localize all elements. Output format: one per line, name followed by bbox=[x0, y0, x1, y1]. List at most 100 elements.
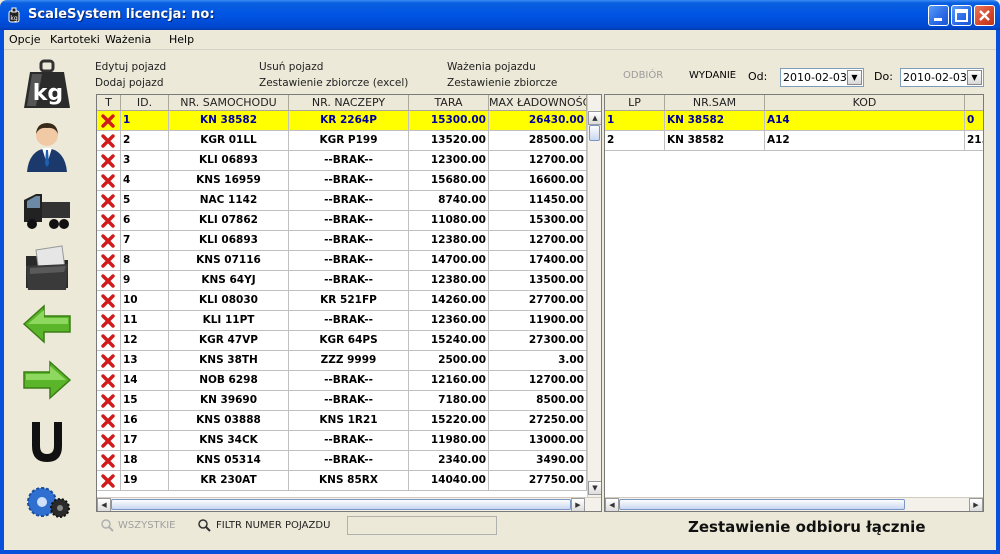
table-row[interactable]: 19 KR 230AT KNS 85RX 14040.00 27750.00 bbox=[97, 471, 587, 491]
vehicles-horizontal-scrollbar[interactable]: ◀ ▶ bbox=[97, 497, 601, 511]
truck-icon[interactable] bbox=[22, 184, 72, 236]
delete-x-icon[interactable] bbox=[101, 154, 115, 168]
delete-x-icon[interactable] bbox=[101, 274, 115, 288]
table-row[interactable]: 6 KLI 07862 --BRAK-- 11080.00 15300.00 bbox=[97, 211, 587, 231]
delete-x-icon[interactable] bbox=[101, 114, 115, 128]
vehicle-number-filter-input[interactable] bbox=[347, 516, 497, 535]
kod-cell: A14 bbox=[765, 111, 965, 131]
trailer-number-cell: --BRAK-- bbox=[289, 211, 409, 231]
col-header-max-load[interactable]: MAX ŁADOWNOŚĆ bbox=[489, 95, 587, 111]
delete-x-icon[interactable] bbox=[101, 414, 115, 428]
maximize-button[interactable] bbox=[951, 5, 972, 26]
delete-x-icon[interactable] bbox=[101, 174, 115, 188]
arrow-right-icon[interactable] bbox=[22, 354, 72, 406]
table-row[interactable]: 10 KLI 08030 KR 521FP 14260.00 27700.00 bbox=[97, 291, 587, 311]
table-row[interactable]: 12 KGR 47VP KGR 64PS 15240.00 27300.00 bbox=[97, 331, 587, 351]
delete-x-icon[interactable] bbox=[101, 314, 115, 328]
col-header-t[interactable]: T bbox=[97, 95, 121, 111]
table-row[interactable]: 2 KGR 01LL KGR P199 13520.00 28500.00 bbox=[97, 131, 587, 151]
magnet-u-icon[interactable] bbox=[22, 416, 72, 468]
trailer-number-cell: KR 2264P bbox=[289, 111, 409, 131]
date-to-dropdown[interactable]: 2010-02-03 ▼ bbox=[900, 68, 984, 87]
delete-vehicle-link[interactable]: Usuń pojazd bbox=[259, 61, 323, 73]
summary-excel-link[interactable]: Zestawienie zbiorcze (excel) bbox=[259, 77, 408, 89]
delete-x-icon[interactable] bbox=[101, 134, 115, 148]
scroll-right-button[interactable]: ▶ bbox=[969, 498, 983, 511]
delete-x-icon[interactable] bbox=[101, 454, 115, 468]
weighings-horizontal-scrollbar[interactable]: ◀ ▶ bbox=[605, 497, 983, 511]
scroll-thumb[interactable] bbox=[589, 125, 600, 141]
col-header-tara[interactable]: TARA bbox=[409, 95, 489, 111]
table-row[interactable]: 16 KNS 03888 KNS 1R21 15220.00 27250.00 bbox=[97, 411, 587, 431]
menu-help[interactable]: Help bbox=[169, 33, 194, 46]
col-header-extra[interactable] bbox=[965, 95, 983, 111]
scale-weight-icon[interactable]: kg bbox=[22, 58, 72, 110]
vehicle-weighings-link[interactable]: Ważenia pojazdu bbox=[447, 61, 536, 73]
col-header-nr-sam[interactable]: NR.SAM bbox=[665, 95, 765, 111]
close-button[interactable] bbox=[974, 5, 995, 26]
col-header-trailer-number[interactable]: NR. NACZEPY bbox=[289, 95, 409, 111]
date-from-dropdown[interactable]: 2010-02-03 ▼ bbox=[780, 68, 864, 87]
delete-x-icon[interactable] bbox=[101, 374, 115, 388]
table-row[interactable]: 9 KNS 64YJ --BRAK-- 12380.00 13500.00 bbox=[97, 271, 587, 291]
chevron-down-icon[interactable]: ▼ bbox=[847, 70, 862, 85]
weighings-table: LP NR.SAM KOD 1 KN 38582 A14 0 2 KN 38582 A12 2… bbox=[604, 94, 984, 512]
table-row[interactable]: 13 KNS 38TH ZZZ 9999 2500.00 3.00 bbox=[97, 351, 587, 371]
chevron-down-icon[interactable]: ▼ bbox=[967, 70, 982, 85]
delete-x-icon[interactable] bbox=[101, 434, 115, 448]
col-header-lp[interactable]: LP bbox=[605, 95, 665, 111]
settings-gear-icon[interactable] bbox=[22, 476, 72, 528]
scroll-up-button[interactable]: ▲ bbox=[588, 111, 601, 125]
folder-icon[interactable] bbox=[22, 242, 72, 294]
table-row[interactable]: 2 KN 38582 A12 21. bbox=[605, 131, 983, 151]
table-row[interactable]: 18 KNS 05314 --BRAK-- 2340.00 3490.00 bbox=[97, 451, 587, 471]
menu-opcje[interactable]: Opcje bbox=[9, 33, 41, 46]
delete-x-icon[interactable] bbox=[101, 294, 115, 308]
delete-x-icon[interactable] bbox=[101, 394, 115, 408]
trailer-number-cell: KGR 64PS bbox=[289, 331, 409, 351]
table-row[interactable]: 4 KNS 16959 --BRAK-- 15680.00 16600.00 bbox=[97, 171, 587, 191]
table-row[interactable]: 3 KLI 06893 --BRAK-- 12300.00 12700.00 bbox=[97, 151, 587, 171]
table-row[interactable]: 1 KN 38582 A14 0 bbox=[605, 111, 983, 131]
table-row[interactable]: 5 NAC 1142 --BRAK-- 8740.00 11450.00 bbox=[97, 191, 587, 211]
id-cell: 12 bbox=[121, 331, 169, 351]
table-row[interactable]: 15 KN 39690 --BRAK-- 7180.00 8500.00 bbox=[97, 391, 587, 411]
table-row[interactable]: 11 KLI 11PT --BRAK-- 12360.00 11900.00 bbox=[97, 311, 587, 331]
table-row[interactable]: 17 KNS 34CK --BRAK-- 11980.00 13000.00 bbox=[97, 431, 587, 451]
col-header-car-number[interactable]: NR. SAMOCHODU bbox=[169, 95, 289, 111]
menu-wazenia[interactable]: Ważenia bbox=[105, 33, 151, 46]
scroll-right-button[interactable]: ▶ bbox=[571, 498, 585, 511]
table-row[interactable]: 1 KN 38582 KR 2264P 15300.00 26430.00 bbox=[97, 111, 587, 131]
menu-kartoteki[interactable]: Kartoteki bbox=[50, 33, 100, 46]
col-header-id[interactable]: ID. bbox=[121, 95, 169, 111]
scroll-left-button[interactable]: ◀ bbox=[97, 498, 111, 511]
arrow-left-icon[interactable] bbox=[22, 298, 72, 350]
minimize-button[interactable] bbox=[928, 5, 949, 26]
delete-x-icon[interactable] bbox=[101, 474, 115, 488]
id-cell: 6 bbox=[121, 211, 169, 231]
scroll-left-button[interactable]: ◀ bbox=[605, 498, 619, 511]
scroll-thumb-horizontal[interactable] bbox=[111, 499, 571, 510]
delete-x-icon[interactable] bbox=[101, 214, 115, 228]
wydanie-button[interactable]: WYDANIE bbox=[689, 70, 736, 81]
table-row[interactable]: 7 KLI 06893 --BRAK-- 12380.00 12700.00 bbox=[97, 231, 587, 251]
delete-x-icon[interactable] bbox=[101, 234, 115, 248]
delete-x-icon[interactable] bbox=[101, 194, 115, 208]
user-icon[interactable] bbox=[22, 120, 72, 172]
table-row[interactable]: 8 KNS 07116 --BRAK-- 14700.00 17400.00 bbox=[97, 251, 587, 271]
vehicles-vertical-scrollbar[interactable]: ▲ ▼ bbox=[587, 95, 601, 497]
trailer-number-cell: --BRAK-- bbox=[289, 451, 409, 471]
table-row[interactable]: 14 NOB 6298 --BRAK-- 12160.00 12700.00 bbox=[97, 371, 587, 391]
odbior-button[interactable]: ODBIÓR bbox=[623, 70, 663, 81]
col-header-kod[interactable]: KOD bbox=[765, 95, 965, 111]
scroll-down-button[interactable]: ▼ bbox=[588, 481, 601, 495]
type-cell bbox=[97, 371, 121, 391]
add-vehicle-link[interactable]: Dodaj pojazd bbox=[95, 77, 163, 89]
delete-x-icon[interactable] bbox=[101, 254, 115, 268]
delete-x-icon[interactable] bbox=[101, 334, 115, 348]
summary-link[interactable]: Zestawienie zbiorcze bbox=[447, 77, 557, 89]
scroll-thumb-horizontal[interactable] bbox=[619, 499, 905, 510]
edit-vehicle-link[interactable]: Edytuj pojazd bbox=[95, 61, 166, 73]
all-vehicles-button[interactable]: WSZYSTKIE bbox=[118, 520, 175, 531]
delete-x-icon[interactable] bbox=[101, 354, 115, 368]
